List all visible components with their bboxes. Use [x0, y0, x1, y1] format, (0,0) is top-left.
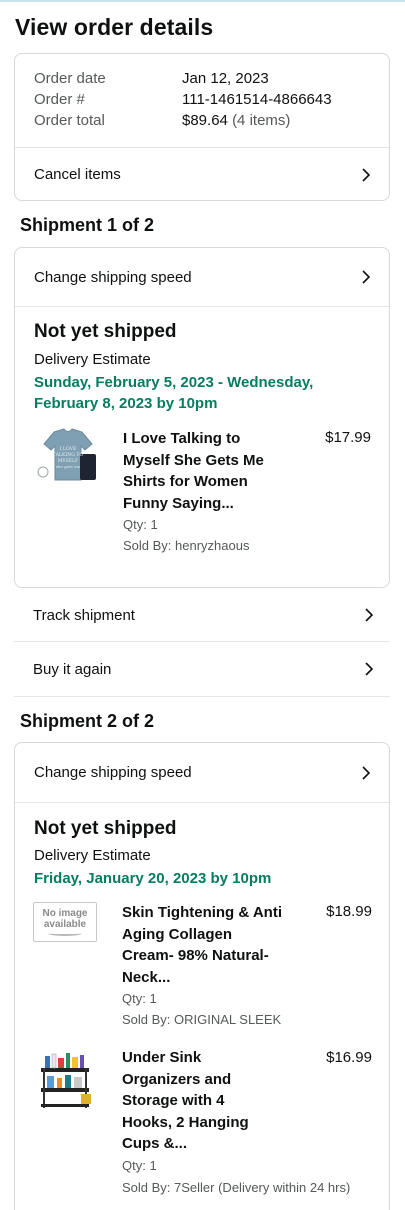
delivery-estimate-dates: Friday, January 20, 2023 by 10pm [34, 870, 272, 887]
item-title-link[interactable]: Under Sink Organizers and Storage with 4… [122, 1047, 272, 1155]
organizer-icon [41, 1053, 91, 1108]
shipment-status: Not yet shipped [34, 321, 177, 342]
no-image-line-1: No image [42, 908, 88, 919]
item-thumbnail[interactable]: I LOVE TALKING TO MYSELF she gets me [34, 424, 98, 488]
order-total-value: $89.64 (4 items) [182, 110, 290, 131]
chevron-right-icon [362, 662, 376, 676]
track-shipment-row[interactable]: Track shipment [14, 588, 390, 642]
item-price: $17.99 [325, 429, 371, 446]
order-number-row: Order # 111-1461514-4866643 [34, 89, 332, 110]
delivery-estimate-label: Delivery Estimate [34, 351, 151, 368]
item-seller: Sold By: henryzhaous [123, 538, 250, 553]
chevron-right-icon [362, 608, 376, 622]
no-image-line-2: available [43, 919, 87, 930]
order-item-count: (4 items) [232, 112, 291, 129]
change-shipping-speed-label: Change shipping speed [34, 764, 192, 781]
change-shipping-speed-row[interactable]: Change shipping speed [15, 743, 389, 802]
order-date-label: Order date [34, 70, 106, 87]
page-title: View order details [15, 14, 214, 40]
track-shipment-label: Track shipment [33, 606, 135, 624]
item-quantity: Qty: 1 [122, 1158, 157, 1173]
item-quantity: Qty: 1 [122, 991, 157, 1006]
order-total-row: Order total $89.64 (4 items) [34, 110, 290, 131]
item-seller: Sold By: ORIGINAL SLEEK [122, 1012, 282, 1027]
order-date-row: Order date Jan 12, 2023 [34, 68, 269, 89]
chevron-right-icon [359, 167, 373, 182]
chevron-right-icon [359, 765, 373, 780]
delivery-estimate-label: Delivery Estimate [34, 847, 151, 864]
buy-it-again-row[interactable]: Buy it again [14, 642, 390, 696]
shipment-status: Not yet shipped [34, 818, 177, 839]
order-date-value: Jan 12, 2023 [182, 70, 269, 87]
item-price: $18.99 [326, 903, 372, 920]
divider [15, 306, 389, 307]
divider [14, 696, 390, 697]
item-price: $16.99 [326, 1049, 372, 1066]
tshirt-icon: I LOVE TALKING TO MYSELF she gets me [37, 428, 96, 481]
shipment-1-card: Change shipping speed Not yet shipped De… [14, 247, 390, 588]
no-image-placeholder[interactable]: No image available [33, 902, 97, 942]
order-summary-card: Order date Jan 12, 2023 Order # 111-1461… [14, 53, 390, 201]
buy-it-again-label: Buy it again [33, 660, 112, 678]
order-number-value: 111-1461514-4866643 [182, 91, 332, 108]
svg-text:she gets me: she gets me [56, 464, 81, 469]
smile-arc-icon [48, 931, 82, 936]
item-seller: Sold By: 7Seller (Delivery within 24 hrs… [122, 1180, 351, 1195]
item-quantity: Qty: 1 [123, 517, 158, 532]
item-thumbnail[interactable] [33, 1048, 97, 1112]
delivery-estimate-dates: Sunday, February 5, 2023 - Wednesday, Fe… [34, 374, 314, 412]
cancel-items-label: Cancel items [34, 166, 121, 183]
top-accent-line [0, 0, 405, 2]
chevron-right-icon [359, 270, 373, 284]
change-shipping-speed-row[interactable]: Change shipping speed [15, 248, 389, 306]
svg-text:TALKING TO: TALKING TO [53, 452, 84, 458]
order-total-label: Order total [34, 112, 105, 129]
item-title-link[interactable]: I Love Talking to Myself She Gets Me Shi… [123, 428, 288, 514]
svg-text:I LOVE: I LOVE [60, 446, 77, 452]
change-shipping-speed-label: Change shipping speed [34, 268, 192, 286]
shipment-1-title: Shipment 1 of 2 [20, 215, 155, 235]
order-total-amount: $89.64 [182, 112, 228, 129]
order-number-label: Order # [34, 91, 85, 108]
shipment-2-title: Shipment 2 of 2 [20, 711, 155, 731]
item-title-link[interactable]: Skin Tightening & Anti Aging Collagen Cr… [122, 902, 287, 988]
cancel-items-row[interactable]: Cancel items [15, 148, 389, 200]
divider [15, 802, 389, 803]
